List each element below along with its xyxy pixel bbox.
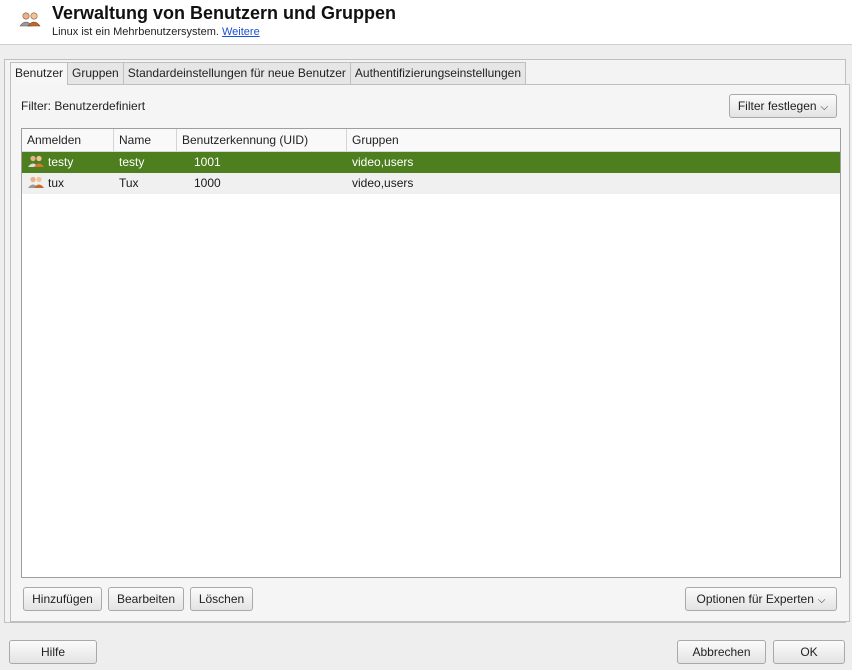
column-header-name[interactable]: Name (114, 129, 177, 151)
ok-button[interactable]: OK (773, 640, 845, 664)
tab-gruppen[interactable]: Gruppen (67, 62, 124, 84)
cell-uid: 1000 (194, 176, 221, 190)
tab-bar: Benutzer Gruppen Standardeinstellungen f… (10, 62, 527, 85)
users-table[interactable]: Anmelden Name Benutzerkennung (UID) Grup… (21, 128, 841, 578)
expert-options-label: Optionen für Experten (696, 592, 814, 606)
tab-standardeinstellungen[interactable]: Standardeinstellungen für neue Benutzer (122, 62, 351, 84)
dialog-header: Verwaltung von Benutzern und Gruppen Lin… (0, 0, 852, 44)
cell-name: Tux (119, 176, 139, 190)
edit-button[interactable]: Bearbeiten (108, 587, 184, 611)
tab-benutzer[interactable]: Benutzer (10, 62, 69, 85)
cell-groups: video,users (352, 155, 414, 169)
filter-label: Filter: Benutzerdefiniert (21, 99, 146, 113)
column-header-uid[interactable]: Benutzerkennung (UID) (177, 129, 347, 151)
chevron-down-icon: ⌵ (817, 595, 826, 606)
table-row[interactable]: testy testy 1001 video,users (22, 152, 840, 173)
page-title: Verwaltung von Benutzern und Gruppen (52, 3, 397, 23)
cell-groups: video,users (352, 176, 414, 190)
delete-button[interactable]: Löschen (190, 587, 253, 611)
table-header: Anmelden Name Benutzerkennung (UID) Grup… (22, 129, 840, 152)
column-header-login[interactable]: Anmelden (22, 129, 114, 151)
set-filter-label: Filter festlegen (737, 99, 817, 113)
chevron-down-icon: ⌵ (820, 102, 829, 113)
login-text: tux (48, 176, 65, 190)
cell-uid: 1001 (194, 155, 221, 169)
login-text: testy (48, 155, 74, 169)
subtitle-text: Linux ist ein Mehrbenutzersystem. (52, 26, 219, 38)
help-button[interactable]: Hilfe (9, 640, 97, 664)
user-icon (27, 154, 45, 168)
tab-authentifizierung[interactable]: Authentifizierungseinstellungen (349, 62, 527, 84)
set-filter-button[interactable]: Filter festlegen ⌵ (729, 94, 837, 118)
cell-name: testy (119, 155, 145, 169)
add-button[interactable]: Hinzufügen (23, 587, 102, 611)
cancel-button[interactable]: Abbrechen (677, 640, 766, 664)
table-row[interactable]: tux Tux 1000 video,users (22, 173, 840, 194)
more-link[interactable]: Weitere (222, 26, 260, 38)
cell-login: tux (22, 173, 114, 194)
users-icon (18, 9, 42, 29)
page-subtitle: Linux ist ein Mehrbenutzersystem. Weiter… (52, 26, 260, 38)
user-icon (27, 175, 45, 189)
column-header-groups[interactable]: Gruppen (347, 129, 840, 151)
users-tab-pane: Filter: Benutzerdefiniert Filter festleg… (10, 84, 850, 622)
expert-options-button[interactable]: Optionen für Experten ⌵ (685, 587, 837, 611)
cell-login: testy (22, 152, 114, 173)
